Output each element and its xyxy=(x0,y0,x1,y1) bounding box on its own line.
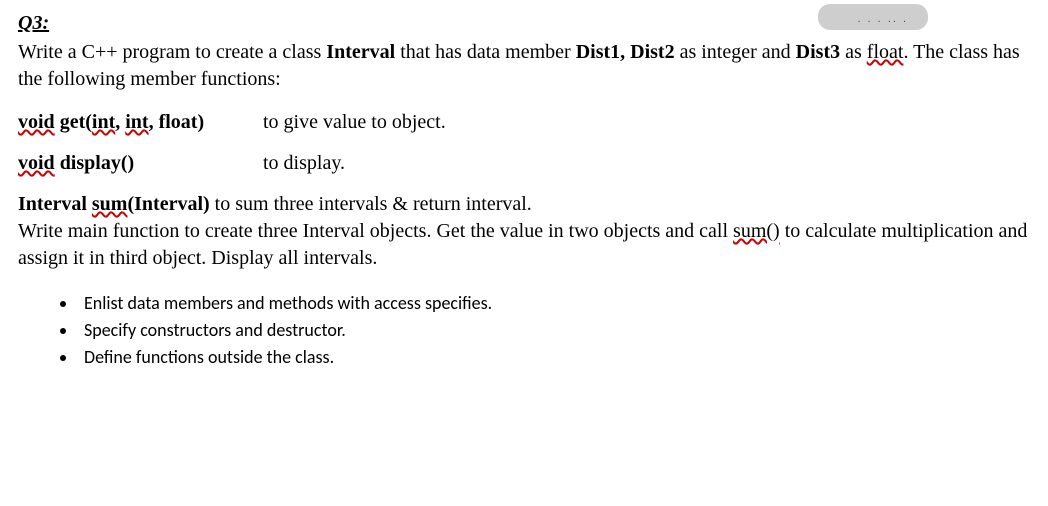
function-signature: void get(int, int, float) xyxy=(18,109,258,136)
sum-paragraph: Interval sum(Interval) to sum three inte… xyxy=(18,191,1030,272)
return-type: void xyxy=(18,152,55,174)
fn-name-part: display() xyxy=(55,152,134,174)
fn-args: (Interval) xyxy=(127,193,209,215)
type-float: float xyxy=(867,41,904,63)
text: that has data member xyxy=(395,41,576,63)
function-description: to give value to object. xyxy=(263,111,446,133)
text: as integer and xyxy=(675,41,796,63)
function-signature: void display() xyxy=(18,150,258,177)
fn-call: sum() xyxy=(733,220,780,242)
arg-type: int xyxy=(92,111,115,133)
function-display-row: void display() to display. xyxy=(18,150,1030,177)
text: as xyxy=(840,41,867,63)
function-get-row: void get(int, int, float) to give value … xyxy=(18,109,1030,136)
list-item: Define functions outside the class. xyxy=(78,344,1030,371)
list-item: Specify constructors and destructor. xyxy=(78,317,1030,344)
intro-paragraph: Write a C++ program to create a class In… xyxy=(18,39,1030,93)
fn-name-part: get( xyxy=(55,111,92,133)
member-name: Dist3 xyxy=(796,41,840,63)
class-name: Interval xyxy=(326,41,395,63)
text: Write main function to create three Inte… xyxy=(18,220,733,242)
return-type: void xyxy=(18,111,55,133)
obscured-text: . . . .. . xyxy=(857,12,908,27)
sig-rest: , float) xyxy=(149,111,205,133)
fn-name: sum xyxy=(92,193,128,215)
function-description: to display. xyxy=(263,152,345,174)
text: Write a C++ program to create a class xyxy=(18,41,326,63)
sep: , xyxy=(115,111,125,133)
requirements-list: Enlist data members and methods with acc… xyxy=(78,290,1030,371)
return-type: Interval xyxy=(18,193,92,215)
arg-type: int xyxy=(125,111,148,133)
list-item: Enlist data members and methods with acc… xyxy=(78,290,1030,317)
member-names: Dist1, Dist2 xyxy=(576,41,675,63)
text: to sum three intervals & return interval… xyxy=(210,193,532,215)
